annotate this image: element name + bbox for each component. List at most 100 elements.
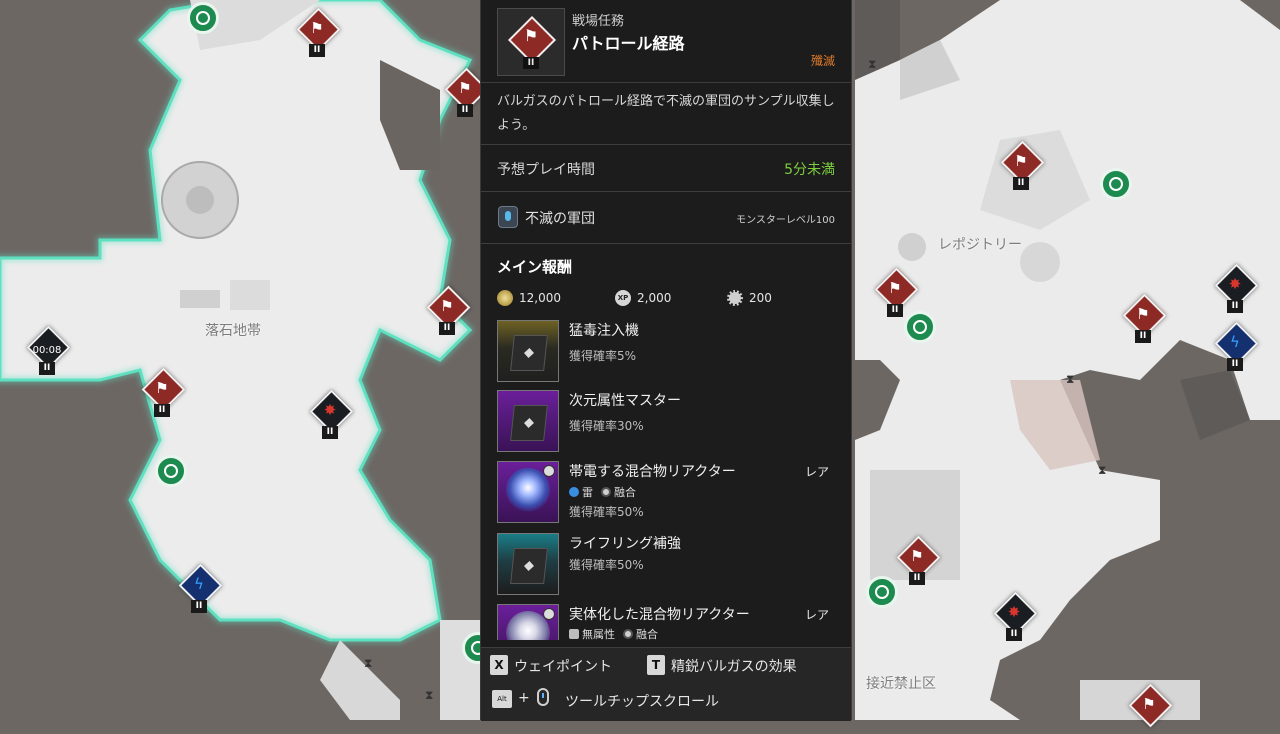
electric-icon (569, 487, 579, 497)
hourglass-icon: ⧗ (1066, 372, 1075, 386)
gold-coin-icon (497, 290, 513, 306)
module-icon (510, 548, 548, 584)
mission-tooltip-panel: ⚑ II 戦場任務 パトロール経路 殲滅 バルガスのパトロール経路で不滅の軍団の… (480, 0, 852, 721)
reward-item[interactable]: 次元属性マスター 獲得確率30% (497, 390, 837, 454)
mission-marker[interactable]: ⚑ II (296, 7, 341, 58)
attribute-label: 融合 (636, 628, 658, 640)
gold-value: 12,000 (519, 291, 561, 305)
flag-icon: ⚑ (310, 19, 324, 37)
mouse-wheel-icon (537, 688, 549, 706)
reward-rarity: レア (804, 465, 829, 479)
flag-icon: ⚑ (523, 26, 539, 45)
play-time-row: 予想プレイ時間 5分未満 (481, 144, 851, 192)
alt-key: Alt (492, 690, 512, 708)
boss-marker[interactable]: ✸ II (309, 389, 354, 440)
xp-icon: XP (615, 290, 631, 306)
waypoint-icon[interactable] (1100, 168, 1132, 200)
faction-icon (498, 206, 518, 228)
reward-name: 次元属性マスター (569, 393, 681, 409)
mission-marker[interactable]: ⚑ II (444, 67, 489, 118)
mission-title: パトロール経路 (572, 34, 685, 53)
currency-rewards: 12,000 XP 2,000 200 (497, 288, 772, 308)
marker-tier: II (909, 572, 925, 585)
mission-tier: II (523, 57, 539, 69)
mission-marker[interactable]: ⚑ II (874, 267, 919, 318)
fusion-icon (623, 629, 633, 639)
gear-value: 200 (749, 291, 772, 305)
flag-icon: ⚑ (888, 279, 902, 297)
lightning-icon: ϟ (1230, 333, 1240, 351)
skull-icon: ✸ (1228, 275, 1242, 293)
x-key[interactable]: X (490, 655, 508, 675)
fusion-icon (601, 487, 611, 497)
reward-item[interactable]: 猛毒注入機 獲得確率5% (497, 320, 837, 384)
marker-tier: II (191, 600, 207, 613)
electric-marker[interactable]: ϟ II (178, 563, 223, 614)
flag-icon: ⚑ (458, 79, 472, 97)
attribute-label: 融合 (614, 486, 636, 499)
reward-chance: 獲得確率5% (569, 349, 637, 363)
mission-marker[interactable]: ⚑ II (896, 535, 941, 586)
reward-item[interactable]: 帯電する混合物リアクター レア 雷 融合 獲得確率50% (497, 461, 837, 525)
t-key[interactable]: T (647, 655, 665, 675)
gold-reward: 12,000 (497, 288, 615, 308)
waypoint-icon[interactable] (187, 2, 219, 34)
waypoint-hint[interactable]: ウェイポイント (514, 656, 612, 676)
marker-tier: II (457, 104, 473, 117)
mission-marker[interactable]: ⚑ II (1122, 293, 1167, 344)
scroll-hint: ツールチップスクロール (565, 694, 719, 710)
mission-marker-selected[interactable]: ⚑ II (426, 285, 471, 336)
marker-tier: II (1227, 300, 1243, 313)
waypoint-icon[interactable] (866, 576, 898, 608)
map-label-rockfall: 落石地帯 (205, 323, 261, 339)
boss-marker[interactable]: ✸ II (1214, 263, 1259, 314)
marker-tier: II (1135, 330, 1151, 343)
reward-name: ライフリング補強 (569, 536, 681, 552)
rewards-title: メイン報酬 (497, 258, 573, 276)
gear-icon (727, 290, 743, 306)
reward-list[interactable]: 猛毒注入機 獲得確率5% 次元属性マスター 獲得確率30% 帯電する混合物リアク… (481, 316, 851, 640)
reward-chance: 獲得確率30% (569, 419, 644, 433)
waypoint-icon[interactable] (904, 311, 936, 343)
reward-item[interactable]: ライフリング補強 獲得確率50% (497, 533, 837, 597)
reward-item[interactable]: 実体化した混合物リアクター レア 無属性 融合 (497, 604, 837, 640)
lightning-icon: ϟ (194, 575, 204, 593)
badge-icon (543, 465, 555, 477)
electric-marker[interactable]: ϟ II (1214, 321, 1259, 372)
reward-attributes: 雷 融合 (569, 484, 636, 500)
attribute-electric: 雷 (569, 484, 593, 500)
flag-icon: ⚑ (155, 379, 169, 397)
attribute-none: 無属性 (569, 626, 615, 640)
marker-tier: II (322, 426, 338, 439)
flag-icon: ⚑ (910, 547, 924, 565)
map-label-restricted: 接近禁止区 (866, 676, 936, 692)
mission-marker[interactable]: ⚑ II (1000, 140, 1045, 191)
key-hints: X ウェイポイント T 精鋭バルガスの効果 Alt + ツールチップスクロール (481, 647, 851, 721)
marker-tier: II (39, 362, 55, 375)
mission-type-icon: ⚑ II (497, 8, 565, 76)
reward-rarity: レア (804, 608, 829, 622)
xp-value: 2,000 (637, 291, 672, 305)
reward-thumbnail (497, 320, 559, 382)
mission-category: 戦場任務 (572, 14, 625, 29)
mission-marker[interactable]: ⚑ (1128, 683, 1173, 734)
hourglass-icon: ⧗ (1098, 463, 1107, 477)
reward-chance: 獲得確率50% (569, 505, 644, 519)
boss-marker[interactable]: ✸ II (993, 591, 1038, 642)
elite-effect-hint[interactable]: 精鋭バルガスの効果 (671, 656, 797, 676)
hourglass-icon: ⧗ (868, 57, 877, 71)
player-marker[interactable]: 00:08 II (26, 325, 71, 376)
mission-marker[interactable]: ⚑ II (141, 367, 186, 418)
reward-thumbnail (497, 533, 559, 595)
waypoint-icon[interactable] (155, 455, 187, 487)
mission-header: ⚑ II 戦場任務 パトロール経路 殲滅 (481, 0, 851, 83)
reward-thumbnail (497, 461, 559, 523)
monster-level: モンスターレベル100 (736, 215, 835, 226)
module-icon (510, 405, 548, 441)
flag-icon: ⚑ (1136, 305, 1150, 323)
marker-tier: II (309, 44, 325, 57)
badge-icon (543, 608, 555, 620)
map-label-repository: レポジトリー (938, 237, 1022, 253)
hourglass-icon: ⧗ (364, 656, 373, 670)
reward-thumbnail (497, 604, 559, 640)
